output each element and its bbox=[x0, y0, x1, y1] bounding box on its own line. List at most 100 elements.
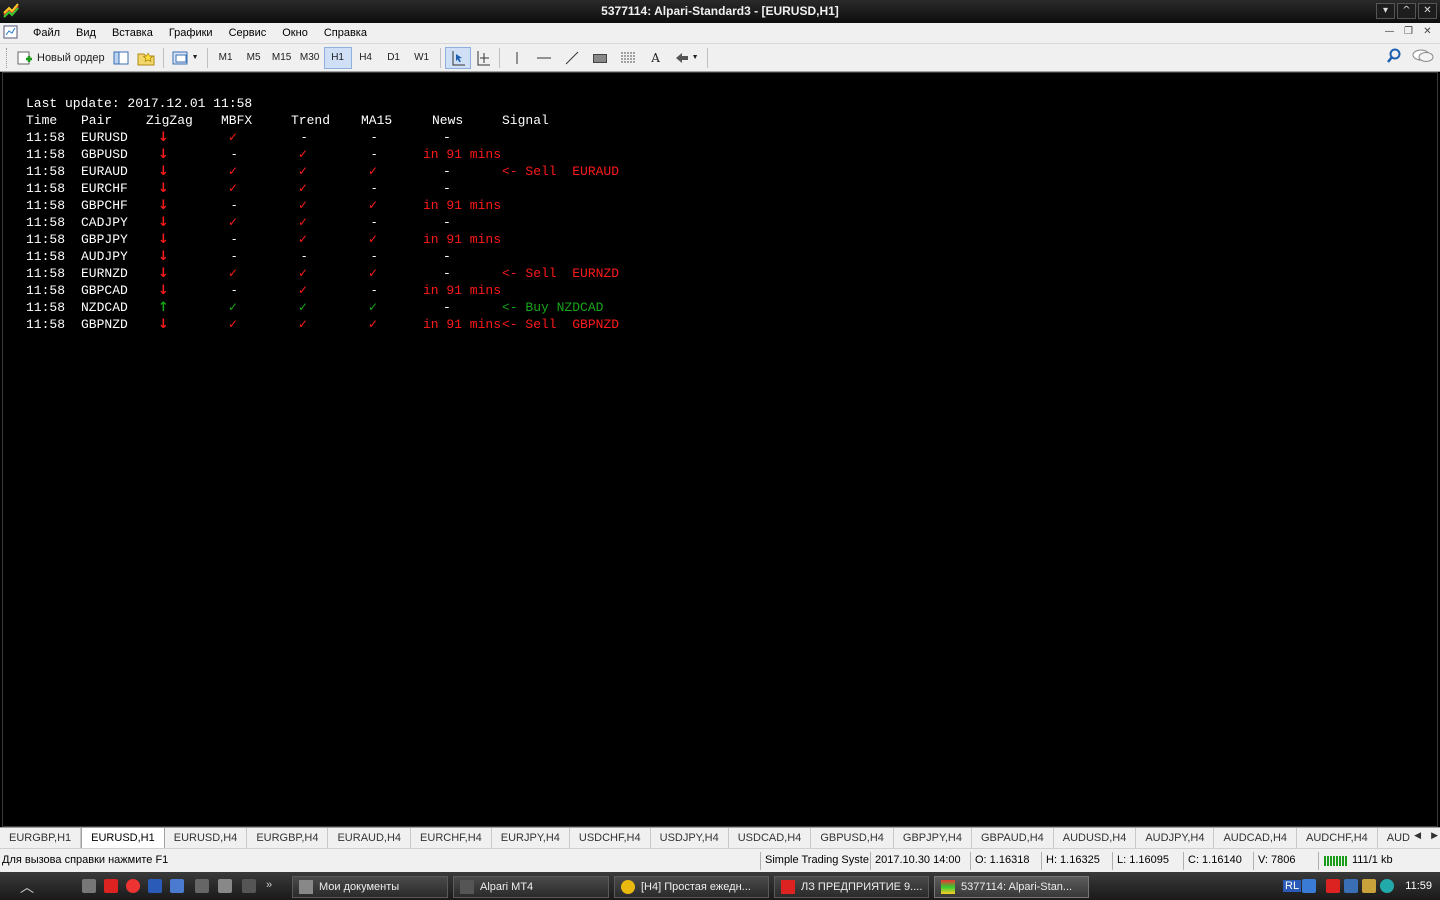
cell-time: 11:58 bbox=[26, 283, 66, 298]
network-icon[interactable] bbox=[195, 879, 209, 893]
chart-tab[interactable]: EURCHF,H4 bbox=[411, 828, 492, 848]
chart-tab[interactable]: EURJPY,H4 bbox=[492, 828, 570, 848]
cell-time: 11:58 bbox=[26, 198, 66, 213]
chart-tab[interactable]: EURGBP,H4 bbox=[247, 828, 329, 848]
cell-ma15: - bbox=[372, 181, 377, 195]
status-open: O: 1.16318 bbox=[975, 854, 1030, 866]
chart-tab[interactable]: USDJPY,H4 bbox=[651, 828, 729, 848]
arrow-tools-icon bbox=[675, 52, 688, 63]
tray-user-icon[interactable] bbox=[1362, 879, 1376, 893]
tray-network-icon[interactable] bbox=[1344, 879, 1358, 893]
tray-arrow-icon[interactable] bbox=[1302, 879, 1316, 893]
pair-row: 11:58 EURUSD ↓ ✓ - - - bbox=[26, 130, 726, 147]
menu-view[interactable]: Вид bbox=[68, 27, 104, 39]
chart-tab[interactable]: EURAUD,H4 bbox=[328, 828, 412, 848]
chart-window-icon[interactable] bbox=[3, 25, 21, 41]
horizontal-line-tool[interactable] bbox=[530, 47, 558, 69]
task-my-documents[interactable]: Мои документы bbox=[292, 876, 448, 898]
navigator-button[interactable] bbox=[109, 47, 133, 69]
chart-tab[interactable]: GBPAUD,H4 bbox=[972, 828, 1054, 848]
menu-file[interactable]: Файл bbox=[25, 27, 68, 39]
rectangle-tool[interactable] bbox=[586, 47, 614, 69]
menu-tools[interactable]: Сервис bbox=[221, 27, 275, 39]
cell-pair: EURUSD bbox=[81, 130, 128, 145]
chart-tab[interactable]: USDCAD,H4 bbox=[729, 828, 812, 848]
cell-mbfx: ✓ bbox=[228, 266, 239, 280]
tab-scroll-left-icon[interactable]: ◀ bbox=[1414, 831, 1421, 841]
close-button[interactable]: ✕ bbox=[1418, 3, 1437, 19]
new-order-button[interactable]: Новый ордер bbox=[13, 47, 109, 69]
header-time: Time bbox=[26, 113, 58, 128]
app-launcher-icon[interactable] bbox=[104, 879, 118, 893]
status-datetime: 2017.10.30 14:00 bbox=[875, 854, 961, 866]
status-profile[interactable]: Simple Trading Syster bbox=[765, 854, 869, 866]
word-icon[interactable] bbox=[148, 879, 162, 893]
task-mt4-terminal[interactable]: 5377114: Alpari-Stan... bbox=[934, 876, 1089, 898]
toolbar: Новый ордер ▼ M1 M5 M15 M30 H1 H4 D1 W1 … bbox=[0, 44, 1440, 72]
tray-app-icon[interactable] bbox=[1326, 879, 1340, 893]
minimize-button[interactable]: ▾ bbox=[1376, 3, 1395, 19]
status-close: C: 1.16140 bbox=[1188, 854, 1242, 866]
menu-help[interactable]: Справка bbox=[316, 27, 375, 39]
task-alpari-mt4[interactable]: Alpari MT4 bbox=[453, 876, 609, 898]
phone-icon[interactable] bbox=[242, 879, 256, 893]
language-indicator[interactable]: RL bbox=[1283, 880, 1302, 892]
maximize-button[interactable]: ^ bbox=[1397, 3, 1416, 19]
favorites-button[interactable] bbox=[133, 47, 159, 69]
timeframe-m15[interactable]: M15 bbox=[268, 47, 296, 69]
chart-tab[interactable]: EURGBP,H1 bbox=[0, 828, 82, 848]
chart-tab[interactable]: AUDCAD,H4 bbox=[1214, 828, 1298, 848]
chat-icon[interactable] bbox=[1412, 48, 1434, 64]
menu-window[interactable]: Окно bbox=[274, 27, 316, 39]
tab-scroll-right-icon[interactable]: ▶ bbox=[1431, 831, 1438, 841]
cell-zigzag: ↑ bbox=[158, 300, 169, 315]
chart-tab[interactable]: EURUSD,H4 bbox=[165, 828, 248, 848]
trendline-tool[interactable] bbox=[558, 47, 586, 69]
search-icon[interactable] bbox=[1386, 48, 1402, 64]
cell-trend: ✓ bbox=[298, 164, 309, 178]
vertical-line-tool[interactable] bbox=[504, 47, 530, 69]
fibonacci-tool[interactable] bbox=[614, 47, 642, 69]
document-icon[interactable] bbox=[170, 879, 184, 893]
crosshair-tool-button[interactable] bbox=[471, 47, 495, 69]
text-tool[interactable]: A bbox=[642, 47, 670, 69]
computer-icon[interactable] bbox=[218, 879, 232, 893]
timeframe-m5[interactable]: M5 bbox=[240, 47, 268, 69]
cell-signal: <- Sell EURNZD bbox=[502, 266, 620, 281]
cell-news: in 91 mins bbox=[423, 283, 502, 298]
chart-tab[interactable]: AUDUSD,H4 bbox=[1054, 828, 1137, 848]
arrows-tool-dropdown[interactable]: ▼ bbox=[670, 47, 703, 69]
timeframe-h4[interactable]: H4 bbox=[352, 47, 380, 69]
chart-area[interactable]: Last update: 2017.12.01 11:58 Time Pair … bbox=[2, 72, 1438, 827]
printer-icon[interactable] bbox=[82, 879, 96, 893]
timeframe-m30[interactable]: M30 bbox=[296, 47, 324, 69]
chart-tab[interactable]: USDCHF,H4 bbox=[570, 828, 651, 848]
cell-mbfx: - bbox=[232, 232, 237, 246]
opera-icon[interactable] bbox=[126, 879, 140, 893]
timeframe-d1[interactable]: D1 bbox=[380, 47, 408, 69]
connection-bars-icon[interactable] bbox=[1324, 853, 1348, 867]
timeframe-m1[interactable]: M1 bbox=[212, 47, 240, 69]
chart-window-dropdown[interactable]: ▼ bbox=[168, 47, 203, 69]
chart-tab[interactable]: AUDJPY,H4 bbox=[1136, 828, 1215, 848]
timeframe-h1[interactable]: H1 bbox=[323, 46, 352, 69]
chart-tab-active[interactable]: EURUSD,H1 bbox=[81, 828, 165, 848]
toolbar-grip[interactable] bbox=[6, 47, 9, 68]
child-close-button[interactable]: ✕ bbox=[1419, 25, 1436, 40]
chart-tab[interactable]: GBPUSD,H4 bbox=[811, 828, 894, 848]
tray-globe-icon[interactable] bbox=[1380, 879, 1394, 893]
task-1c[interactable]: ЛЗ ПРЕДПРИЯТИЕ 9.... bbox=[774, 876, 929, 898]
more-icon[interactable]: » bbox=[266, 879, 272, 891]
taskbar-clock[interactable]: 11:59 bbox=[1405, 880, 1432, 892]
chart-tab[interactable]: AUDCHF,H4 bbox=[1297, 828, 1378, 848]
cursor-tool-button[interactable] bbox=[444, 46, 471, 69]
start-chevron-icon[interactable]: ︿ bbox=[20, 877, 34, 897]
menu-charts[interactable]: Графики bbox=[161, 27, 221, 39]
menu-insert[interactable]: Вставка bbox=[104, 27, 161, 39]
chart-tab[interactable]: GBPJPY,H4 bbox=[894, 828, 972, 848]
child-minimize-button[interactable]: — bbox=[1381, 25, 1398, 40]
timeframe-w1[interactable]: W1 bbox=[408, 47, 436, 69]
task-chrome[interactable]: [H4] Простая ежедн... bbox=[614, 876, 769, 898]
cell-mbfx: - bbox=[232, 249, 237, 263]
child-restore-button[interactable]: ❐ bbox=[1400, 25, 1417, 40]
